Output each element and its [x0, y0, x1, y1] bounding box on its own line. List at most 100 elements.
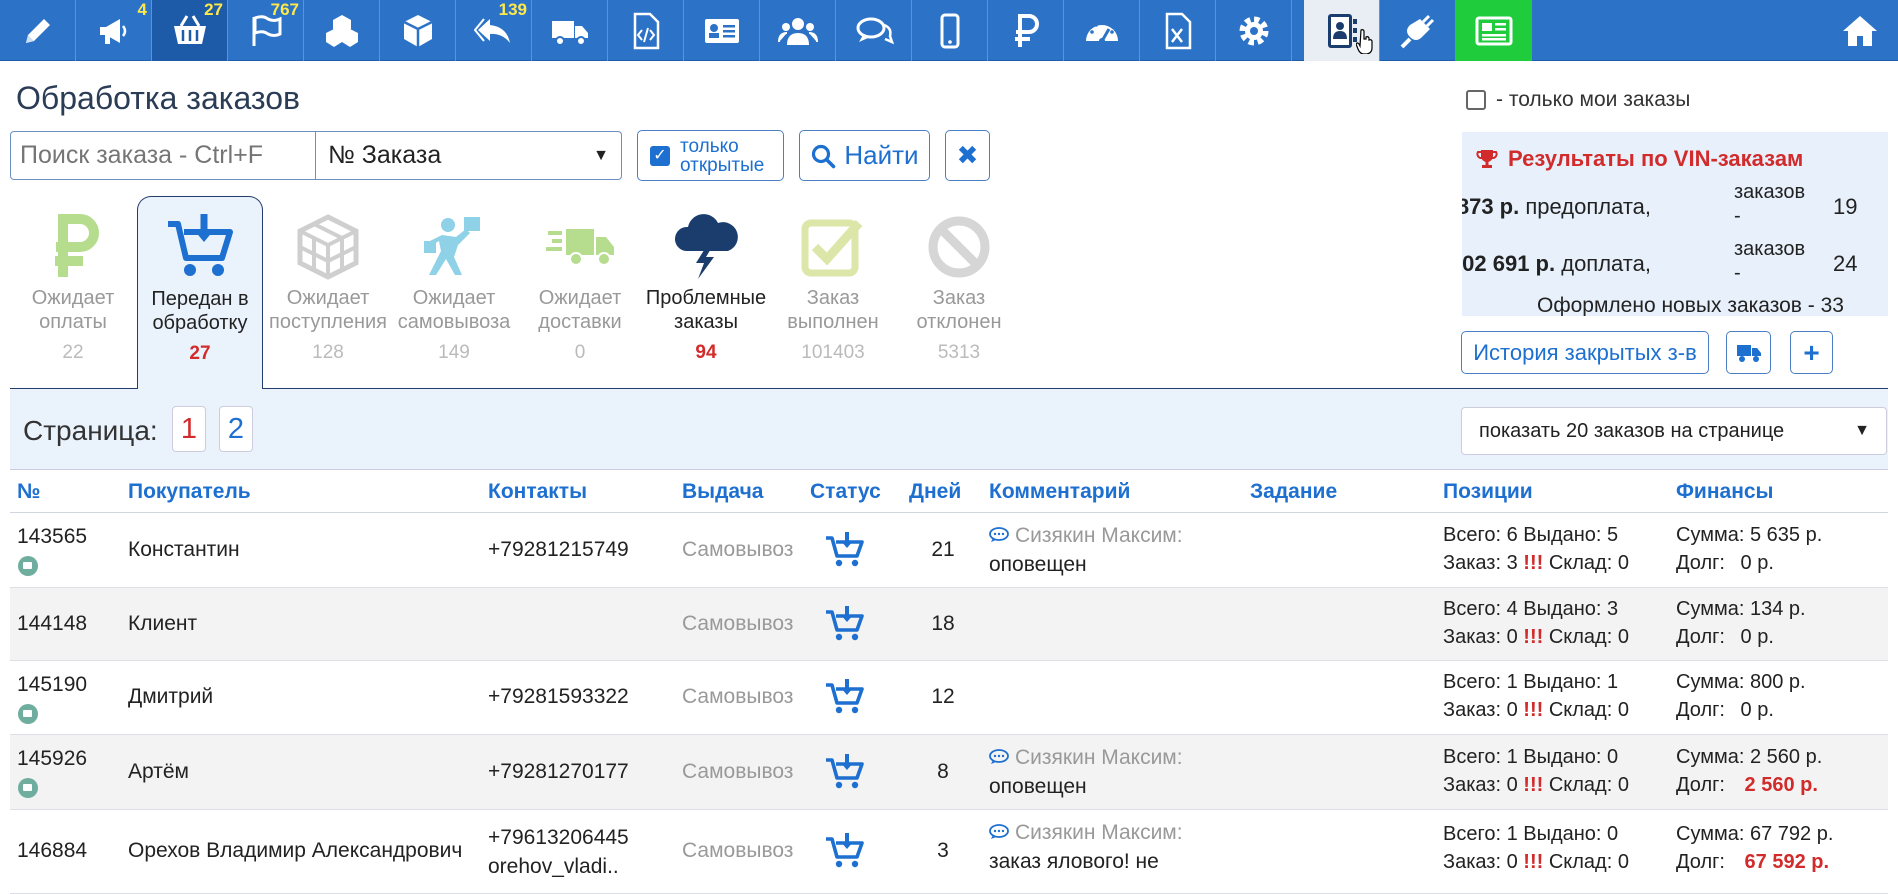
- toolbar-users-button[interactable]: [760, 0, 836, 61]
- per-page-value: показать 20 заказов на странице: [1479, 419, 1785, 442]
- plug-icon: [1400, 14, 1434, 48]
- order-search-input[interactable]: [10, 131, 316, 180]
- only-open-toggle[interactable]: ✓ только открытые: [637, 130, 784, 181]
- cart-download-icon[interactable]: [824, 606, 864, 642]
- order-number[interactable]: 143565: [17, 525, 87, 549]
- tab-label-line2: доставки: [538, 311, 622, 333]
- status-tab-in-processing[interactable]: Передан в обработку 27: [137, 196, 263, 389]
- positions-total: 1: [1506, 671, 1518, 693]
- find-button[interactable]: Найти: [799, 130, 930, 181]
- only-my-orders-checkbox[interactable]: - только мои заказы: [1466, 88, 1690, 112]
- warning-marker: !!!: [1523, 851, 1544, 873]
- toolbar-cart-button[interactable]: 27: [152, 0, 228, 61]
- comment-author: Сизякин Максим:: [1015, 524, 1183, 547]
- order-number[interactable]: 145926: [17, 747, 87, 771]
- toolbar-code-file-button[interactable]: [608, 0, 684, 61]
- status-tab-completed[interactable]: Заказ выполнен 101403: [770, 196, 896, 389]
- only-my-orders-label: - только мои заказы: [1496, 88, 1691, 111]
- comments-icon: [856, 17, 894, 44]
- status-tab-awaiting-pickup[interactable]: Ожидает самовывоза 149: [391, 196, 517, 389]
- search-field-value: № Заказа: [328, 141, 442, 169]
- toolbar-edit-button[interactable]: [0, 0, 76, 61]
- search-field-select[interactable]: № Заказа ▼: [316, 131, 622, 180]
- col-header-days[interactable]: Дней: [909, 480, 961, 504]
- status-tab-awaiting-arrival[interactable]: Ожидает поступления 128: [265, 196, 391, 389]
- table-row[interactable]: 145926 Артём +79281270177 Самовывоз 8 Сизякин…: [10, 735, 1888, 810]
- page-1-button[interactable]: 1: [172, 406, 206, 452]
- days-count: 21: [931, 538, 955, 561]
- delivery-button[interactable]: [1726, 331, 1771, 374]
- status-tab-awaiting-payment[interactable]: Ожидает оплаты 22: [10, 196, 136, 389]
- stock-label: Склад:: [1548, 851, 1613, 873]
- cart-download-icon[interactable]: [824, 833, 864, 869]
- col-header-positions[interactable]: Позиции: [1443, 480, 1533, 504]
- status-tab-rejected[interactable]: Заказ отклонен 5313: [896, 196, 1022, 389]
- per-page-select[interactable]: показать 20 заказов на странице ▼: [1461, 407, 1887, 455]
- toolbar-boxes-button[interactable]: [304, 0, 380, 61]
- toolbar-announce-button[interactable]: 4: [76, 0, 152, 61]
- cubes-icon: [325, 14, 358, 47]
- tab-label-line2: обработку: [152, 312, 248, 334]
- toolbar-delivery-button[interactable]: [532, 0, 608, 61]
- tab-label-line1: Заказ: [806, 287, 860, 309]
- col-header-task[interactable]: Задание: [1250, 480, 1337, 504]
- toolbar-finance-button[interactable]: [988, 0, 1064, 61]
- tab-count: 5313: [937, 342, 981, 363]
- message-badge-icon[interactable]: [18, 778, 38, 798]
- positions-line2: Заказ: 0 !!! Склад: 0: [1443, 626, 1629, 649]
- col-header-status[interactable]: Статус: [810, 480, 881, 504]
- cart-download-icon[interactable]: [824, 679, 864, 715]
- history-label: История закрытых з-в: [1473, 339, 1697, 365]
- toolbar-excel-button[interactable]: [1140, 0, 1216, 61]
- status-tab-problem-orders[interactable]: Проблемные заказы 94: [643, 196, 769, 389]
- table-row[interactable]: 143565 Константин +79281215749 Самовывоз 21 С…: [10, 513, 1888, 588]
- col-header-comment[interactable]: Комментарий: [989, 480, 1130, 504]
- table-row[interactable]: 145190 Дмитрий +79281593322 Самовывоз 12 Всег…: [10, 661, 1888, 735]
- stock-label: Склад:: [1548, 552, 1613, 574]
- clear-search-button[interactable]: ✖: [945, 130, 990, 181]
- cart-download-icon[interactable]: [824, 532, 864, 568]
- message-badge-icon[interactable]: [18, 704, 38, 724]
- home-icon: [1843, 15, 1877, 46]
- only-open-label: только открытые: [680, 137, 764, 175]
- truck-icon: [1736, 344, 1761, 362]
- finance-sum: Сумма: 800 р.: [1676, 671, 1806, 694]
- contact-phone: +79281270177: [488, 760, 629, 783]
- page-2-button[interactable]: 2: [219, 406, 253, 452]
- col-header-finance[interactable]: Финансы: [1676, 480, 1774, 504]
- toolbar-card-button[interactable]: [684, 0, 760, 61]
- buyer-name: Клиент: [128, 612, 198, 635]
- closed-orders-history-button[interactable]: История закрытых з-в: [1461, 331, 1709, 374]
- order-number[interactable]: 146884: [17, 839, 87, 863]
- toolbar-mobile-button[interactable]: [912, 0, 988, 61]
- days-count: 8: [937, 760, 949, 783]
- finance-sum: Сумма: 5 635 р.: [1676, 524, 1822, 547]
- toolbar-chat-button[interactable]: [836, 0, 912, 61]
- toolbar-home-button[interactable]: [1822, 0, 1898, 61]
- toolbar-settings-button[interactable]: [1216, 0, 1292, 61]
- tab-label-line1: Ожидает: [538, 287, 622, 309]
- order-number[interactable]: 144148: [17, 612, 87, 636]
- only-open-line2: открытые: [680, 154, 765, 176]
- positions-issued: 1: [1607, 671, 1619, 693]
- status-tab-awaiting-delivery[interactable]: Ожидает доставки 0: [517, 196, 643, 389]
- toolbar-flag-button[interactable]: 767: [228, 0, 304, 61]
- toolbar-news-button[interactable]: [1456, 0, 1532, 61]
- col-header-number[interactable]: №: [17, 480, 40, 504]
- message-badge-icon[interactable]: [18, 556, 38, 576]
- tab-label-line2: самовывоза: [397, 311, 511, 333]
- col-header-delivery[interactable]: Выдача: [682, 480, 763, 504]
- table-row[interactable]: 146884 Орехов Владимир Александрович +7961…: [10, 810, 1888, 894]
- toolbar-box-button[interactable]: [380, 0, 456, 61]
- toolbar-dashboard-button[interactable]: [1064, 0, 1140, 61]
- table-row[interactable]: 144148 Клиент Самовывоз 18 Всего: 4 Выдано: …: [10, 588, 1888, 661]
- cart-download-icon[interactable]: [824, 754, 864, 790]
- col-header-buyer[interactable]: Покупатель: [128, 480, 251, 504]
- col-header-contacts[interactable]: Контакты: [488, 480, 587, 504]
- order-number[interactable]: 145190: [17, 673, 87, 697]
- checkbox-box[interactable]: [1466, 90, 1486, 110]
- add-order-button[interactable]: +: [1790, 331, 1833, 374]
- issued-label: Выдано:: [1523, 671, 1602, 693]
- toolbar-returns-button[interactable]: 139: [456, 0, 532, 61]
- toolbar-plugin-button[interactable]: [1380, 0, 1456, 61]
